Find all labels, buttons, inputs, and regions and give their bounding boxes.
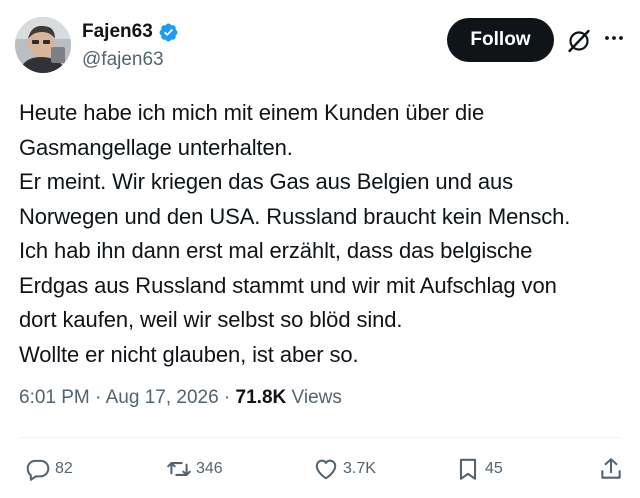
tweet-line: Ich hab ihn dann erst mal erzählt, dass … bbox=[19, 238, 533, 263]
grok-icon[interactable] bbox=[566, 28, 592, 54]
bookmark-button[interactable]: 45 bbox=[455, 455, 503, 483]
share-button[interactable] bbox=[598, 455, 624, 483]
share-icon bbox=[601, 458, 621, 479]
tweet-line: Norwegen und den USA. Russland braucht k… bbox=[19, 203, 571, 229]
more-icon[interactable] bbox=[602, 26, 626, 50]
views-label: Views bbox=[286, 387, 342, 408]
like-count: 3.7K bbox=[343, 460, 376, 477]
reply-icon bbox=[26, 459, 50, 481]
meta-separator: · bbox=[89, 387, 106, 408]
tweet-date[interactable]: Aug 17, 2026 bbox=[106, 387, 219, 408]
tweet-line: dort kaufen, weil wir selbst so blöd sin… bbox=[19, 307, 403, 332]
tweet-line: Erdgas aus Russland stammt und wir mit A… bbox=[19, 272, 557, 298]
tweet-time[interactable]: 6:01 PM bbox=[19, 387, 90, 408]
tweet-meta: 6:01 PM · Aug 17, 2026 · 71.8K Views bbox=[19, 386, 342, 410]
tweet-text: Heute habe ich mich mit einem Kunden übe… bbox=[19, 96, 634, 372]
repost-button[interactable]: 346 bbox=[166, 455, 223, 483]
avatar-photo bbox=[15, 17, 71, 73]
verified-badge-icon bbox=[159, 23, 178, 41]
tweet-line: Heute habe ich mich mit einem Kunden übe… bbox=[19, 100, 485, 125]
tweet-line: Er meint. Wir kriegen das Gas aus Belgie… bbox=[19, 169, 514, 194]
author-name-text[interactable]: Fajen63 bbox=[82, 21, 153, 43]
repost-count: 346 bbox=[196, 460, 223, 477]
tweet-line: Wollte er nicht glauben, ist aber so. bbox=[19, 341, 359, 367]
like-button[interactable]: 3.7K bbox=[313, 455, 376, 483]
meta-separator: · bbox=[218, 387, 236, 408]
tweet-line: Gasmangellage unterhalten. bbox=[19, 134, 293, 160]
avatar[interactable] bbox=[15, 17, 71, 73]
reply-count: 82 bbox=[55, 460, 73, 477]
heart-icon bbox=[315, 459, 337, 480]
bookmark-count: 45 bbox=[485, 460, 503, 477]
bookmark-icon bbox=[459, 458, 477, 480]
reply-button[interactable]: 82 bbox=[25, 455, 73, 483]
repost-icon bbox=[167, 462, 191, 476]
follow-button[interactable]: Follow bbox=[447, 18, 554, 62]
views-count: 71.8K bbox=[235, 387, 287, 408]
author-handle[interactable]: @fajen63 bbox=[82, 49, 164, 71]
divider bbox=[19, 437, 621, 438]
author-name[interactable]: Fajen63 bbox=[82, 21, 179, 43]
